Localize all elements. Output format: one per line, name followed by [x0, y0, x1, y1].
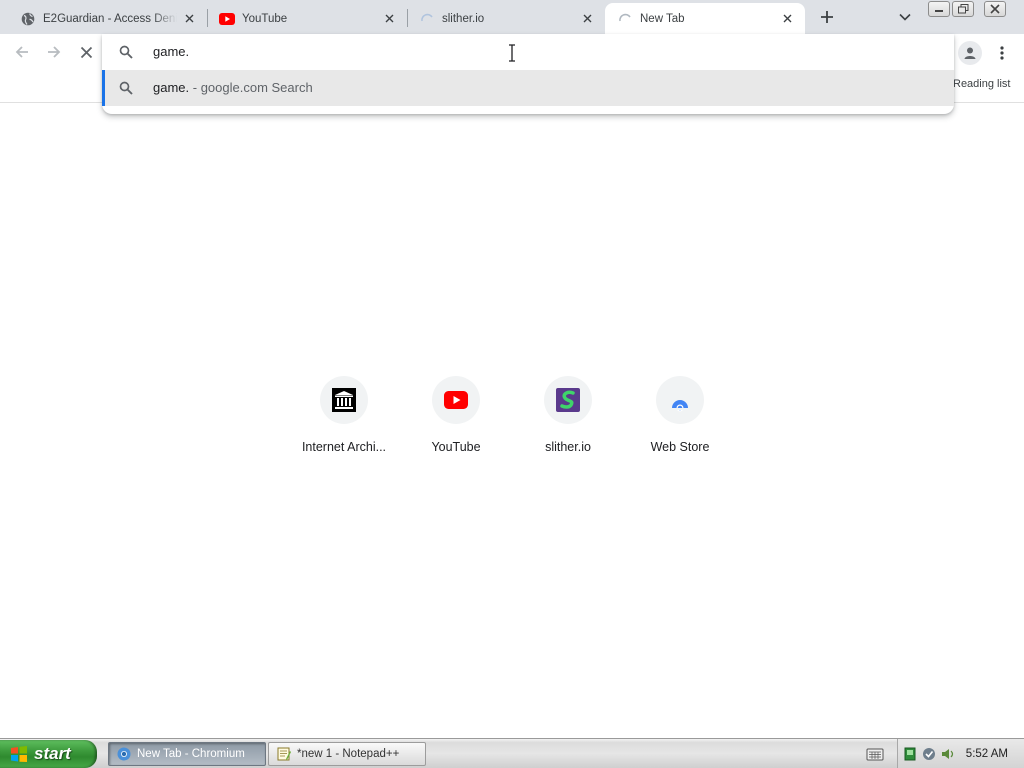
omnibox-popup: game. game. - google.com Search [102, 34, 954, 114]
screen: E2Guardian - Access Denied YouTube slith… [0, 0, 1024, 768]
window-controls [928, 1, 1006, 17]
shortcut-icon-circle [544, 376, 592, 424]
web-store-icon [670, 393, 690, 412]
tab-search-button[interactable] [893, 6, 917, 28]
suggestion-text: game. - google.com Search [153, 80, 313, 95]
tab-youtube[interactable]: YouTube [207, 3, 407, 34]
avatar-icon [964, 47, 976, 59]
shortcut-icon-circle [320, 376, 368, 424]
close-icon [990, 4, 1000, 14]
shortcut-web-store[interactable]: Web Store [624, 376, 736, 466]
volume-icon[interactable] [941, 747, 955, 761]
shortcut-label: Web Store [650, 440, 710, 454]
tab-title: YouTube [242, 12, 288, 25]
tab-new-tab[interactable]: New Tab [605, 3, 805, 34]
system-tray: 5:52 AM [897, 739, 1024, 768]
taskbar-item-label: *new 1 - Notepad++ [297, 748, 400, 760]
youtube-icon [219, 11, 235, 27]
restore-button[interactable] [952, 1, 974, 17]
forward-arrow-icon [48, 46, 61, 58]
minimize-button[interactable] [928, 1, 950, 17]
taskbar-item-label: New Tab - Chromium [137, 748, 245, 760]
network-icon[interactable] [903, 747, 917, 761]
minimize-icon [935, 10, 943, 12]
taskbar: start New Tab - Chromium *new 1 - Notepa… [0, 738, 1024, 768]
archive-building-icon [332, 388, 356, 412]
tab-title: E2Guardian - Access Denied [43, 12, 177, 25]
back-button[interactable] [8, 38, 36, 66]
globe-icon [20, 11, 36, 27]
stop-button[interactable] [72, 38, 100, 66]
loading-spinner-icon [419, 11, 435, 27]
start-label: start [34, 744, 71, 763]
stop-icon [80, 46, 92, 58]
profile-button[interactable] [958, 41, 982, 65]
taskbar-item-chromium[interactable]: New Tab - Chromium [108, 742, 266, 766]
text-cursor-icon [509, 44, 515, 62]
search-icon [119, 81, 133, 95]
start-button[interactable]: start [0, 740, 97, 768]
reading-list-button[interactable]: Reading list [953, 78, 1010, 90]
suggestion-query: game. [153, 80, 190, 95]
clock: 5:52 AM [965, 748, 1008, 760]
close-icon[interactable] [779, 11, 795, 27]
tab-title: New Tab [640, 12, 685, 25]
omnibox-suggestion[interactable]: game. - google.com Search [102, 70, 954, 106]
windows-logo-icon [11, 746, 27, 762]
window-close-button[interactable] [984, 1, 1006, 17]
tab-slither[interactable]: slither.io [407, 3, 605, 34]
forward-button[interactable] [40, 38, 68, 66]
more-vert-icon [1000, 46, 1004, 60]
restore-icon [957, 4, 968, 14]
search-icon [119, 45, 133, 59]
slither-icon [556, 388, 580, 412]
shortcut-label: slither.io [545, 440, 591, 454]
omnibox-text[interactable]: game. [153, 44, 189, 59]
notepad-icon [277, 747, 291, 761]
new-tab-button[interactable] [815, 6, 839, 28]
tab-title: slither.io [442, 12, 485, 25]
youtube-icon [444, 391, 468, 409]
shortcut-icon-circle [432, 376, 480, 424]
shortcut-youtube[interactable]: YouTube [400, 376, 512, 466]
chromium-icon [117, 747, 131, 761]
shortcut-icon-circle [656, 376, 704, 424]
close-icon[interactable] [579, 11, 595, 27]
security-icon[interactable] [922, 747, 936, 761]
plus-icon [821, 11, 833, 23]
browser-menu-button[interactable] [993, 40, 1011, 66]
close-icon[interactable] [381, 11, 397, 27]
back-arrow-icon [15, 46, 28, 58]
close-icon[interactable] [181, 11, 197, 27]
ntp-shortcuts: Internet Archi... YouTube slither.io Web… [288, 376, 736, 466]
keyboard-icon[interactable] [866, 746, 884, 762]
loading-spinner-icon [617, 11, 633, 27]
chevron-down-icon [899, 13, 911, 21]
taskbar-item-notepad[interactable]: *new 1 - Notepad++ [268, 742, 426, 766]
shortcut-internet-archive[interactable]: Internet Archi... [288, 376, 400, 466]
shortcut-label: YouTube [431, 440, 481, 454]
suggestion-description: - google.com Search [189, 80, 313, 95]
shortcut-label: Internet Archi... [301, 440, 387, 454]
shortcut-slither[interactable]: slither.io [512, 376, 624, 466]
omnibox-input[interactable]: game. [102, 34, 954, 70]
tab-e2guardian[interactable]: E2Guardian - Access Denied [0, 3, 207, 34]
tab-strip: E2Guardian - Access Denied YouTube slith… [0, 0, 1024, 34]
